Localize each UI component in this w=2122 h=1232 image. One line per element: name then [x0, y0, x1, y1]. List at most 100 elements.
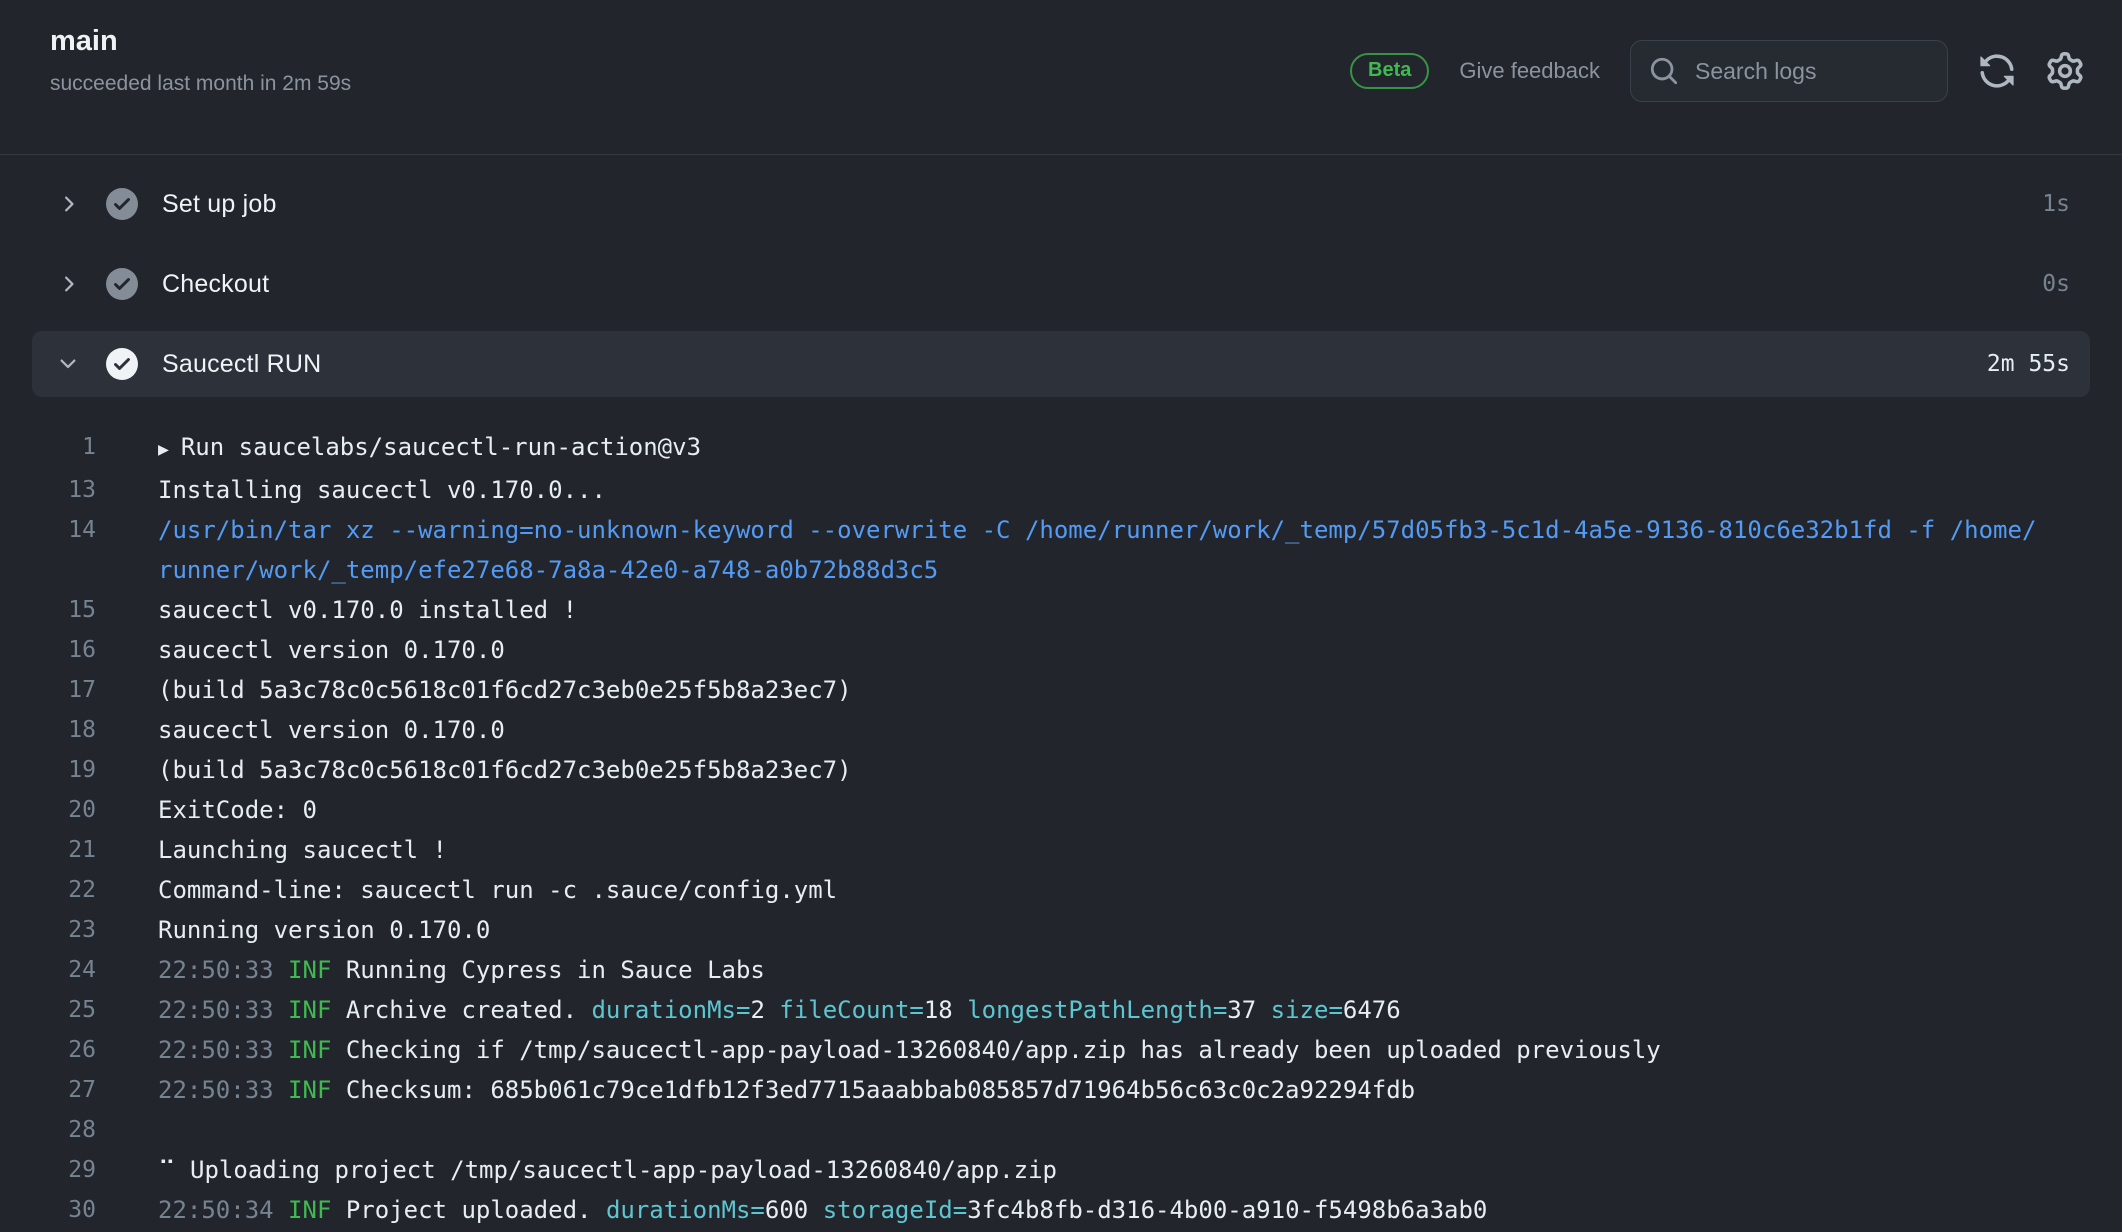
log-line: 25 22:50:33 INF Archive created. duratio… [0, 990, 2122, 1030]
log-line-number[interactable]: 21 [0, 830, 96, 870]
log-line-number[interactable]: 25 [0, 990, 96, 1030]
check-circle-icon [106, 268, 138, 300]
log-line-number[interactable]: 19 [0, 750, 96, 790]
log-text-segment: (build 5a3c78c0c5618c01f6cd27c3eb0e25f5b… [158, 676, 852, 704]
step-row[interactable]: Set up job 1s [32, 171, 2090, 237]
give-feedback-link[interactable]: Give feedback [1459, 58, 1600, 84]
log-text-segment: longestPathLength= [967, 996, 1227, 1024]
log-line-number[interactable]: 24 [0, 950, 96, 990]
log-line-number[interactable]: 20 [0, 790, 96, 830]
log-text-segment: fileCount= [779, 996, 924, 1024]
log-line-text: saucectl version 0.170.0 [158, 630, 505, 670]
check-circle-icon [106, 348, 138, 380]
log-text-segment: Launching saucectl ! [158, 836, 447, 864]
log-line-number[interactable]: 27 [0, 1070, 96, 1110]
search-input[interactable] [1693, 57, 1931, 86]
log-line: 27 22:50:33 INF Checksum: 685b061c79ce1d… [0, 1070, 2122, 1110]
log-link-text[interactable]: /usr/bin/tar xz --warning=no-unknown-key… [158, 516, 2036, 584]
run-header-left: main succeeded last month in 2m 59s [50, 26, 351, 96]
expand-group-toggle-icon[interactable]: ▶ [158, 439, 169, 460]
log-line-text: ⠉ Uploading project /tmp/saucectl-app-pa… [158, 1150, 1057, 1190]
step-name: Checkout [162, 270, 269, 299]
run-header: main succeeded last month in 2m 59s Beta… [0, 0, 2122, 155]
log-line-text: Launching saucectl ! [158, 830, 447, 870]
log-line-number[interactable]: 1 [0, 427, 96, 470]
log-line-text: /usr/bin/tar xz --warning=no-unknown-key… [158, 510, 2042, 590]
log-text-segment: 37 [1227, 996, 1270, 1024]
search-icon [1649, 56, 1679, 86]
log-line-number[interactable]: 29 [0, 1150, 96, 1190]
log-line: 22 Command-line: saucectl run -c .sauce/… [0, 870, 2122, 910]
log-line: 30 22:50:34 INF Project uploaded. durati… [0, 1190, 2122, 1230]
step-row[interactable]: Checkout 0s [32, 251, 2090, 317]
step-row[interactable]: Saucectl RUN 2m 55s [32, 331, 2090, 397]
log-text-segment: Command-line: saucectl run -c .sauce/con… [158, 876, 837, 904]
check-circle-icon [106, 188, 138, 220]
log-text-segment: 22:50:33 [158, 1036, 288, 1064]
log-text-segment: INF [288, 956, 346, 984]
log-line-number[interactable]: 16 [0, 630, 96, 670]
log-line-text: 22:50:33 INF Checking if /tmp/saucectl-a… [158, 1030, 1661, 1070]
log-line-text: 22:50:34 INF Project uploaded. durationM… [158, 1190, 1487, 1230]
log-line-text: Running version 0.170.0 [158, 910, 490, 950]
log-text-segment: 22:50:33 [158, 996, 288, 1024]
log-text-segment: INF [288, 1076, 346, 1104]
log-text-segment: INF [288, 1036, 346, 1064]
log-line-text: saucectl version 0.170.0 [158, 710, 505, 750]
log-text-segment: Running version 0.170.0 [158, 916, 490, 944]
log-line: 13 Installing saucectl v0.170.0... [0, 470, 2122, 510]
sync-icon [1978, 52, 2016, 90]
step-duration: 0s [2042, 271, 2070, 297]
log-line-number[interactable]: 30 [0, 1190, 96, 1230]
log-line: 23 Running version 0.170.0 [0, 910, 2122, 950]
log-text-segment: 600 [765, 1196, 823, 1224]
log-line-number[interactable]: 26 [0, 1030, 96, 1070]
log-line: 14 /usr/bin/tar xz --warning=no-unknown-… [0, 510, 2122, 590]
log-line-text: ExitCode: 0 [158, 790, 317, 830]
log-line-number[interactable]: 22 [0, 870, 96, 910]
step-name: Set up job [162, 190, 277, 219]
log-line: 16 saucectl version 0.170.0 [0, 630, 2122, 670]
log-text-segment: durationMs= [591, 996, 750, 1024]
search-logs-box[interactable] [1630, 40, 1948, 102]
log-text-segment: saucectl version 0.170.0 [158, 636, 505, 664]
log-text-segment: INF [288, 1196, 346, 1224]
log-text-segment: Running Cypress in Sauce Labs [346, 956, 765, 984]
log-text-segment: saucectl v0.170.0 installed ! [158, 596, 577, 624]
steps-list: Set up job 1s Checkout 0s Saucectl RUN 2… [32, 171, 2090, 397]
chevron-right-icon [56, 192, 80, 216]
log-text-segment: 2 [750, 996, 779, 1024]
log-line: 21 Launching saucectl ! [0, 830, 2122, 870]
log-line: 29 ⠉ Uploading project /tmp/saucectl-app… [0, 1150, 2122, 1190]
log-line-number[interactable]: 17 [0, 670, 96, 710]
log-line-number[interactable]: 13 [0, 470, 96, 510]
log-text-segment: Installing saucectl v0.170.0... [158, 476, 606, 504]
log-text-segment: 18 [924, 996, 967, 1024]
log-line-text: 22:50:33 INF Archive created. durationMs… [158, 990, 1401, 1030]
log-text-segment: INF [288, 996, 346, 1024]
log-text-segment: (build 5a3c78c0c5618c01f6cd27c3eb0e25f5b… [158, 756, 852, 784]
log-line-number[interactable]: 23 [0, 910, 96, 950]
log-line-number[interactable]: 15 [0, 590, 96, 630]
log-text-segment: size= [1271, 996, 1343, 1024]
refresh-button[interactable] [1978, 52, 2016, 90]
log-line-text: 22:50:33 INF Running Cypress in Sauce La… [158, 950, 765, 990]
log-line-number[interactable]: 18 [0, 710, 96, 750]
log-text-segment: storageId= [823, 1196, 968, 1224]
log-line-number[interactable]: 28 [0, 1110, 96, 1150]
log-line-number[interactable]: 14 [0, 510, 96, 590]
log-line-text: Command-line: saucectl run -c .sauce/con… [158, 870, 837, 910]
log-text-segment: Run saucelabs/saucectl-run-action@v3 [181, 433, 701, 461]
log-lines: 1 ▶Run saucelabs/saucectl-run-action@v3 … [0, 427, 2122, 1230]
log-line: 26 22:50:33 INF Checking if /tmp/saucect… [0, 1030, 2122, 1070]
log-text-segment: saucectl version 0.170.0 [158, 716, 505, 744]
chevron-down-icon [56, 352, 80, 376]
log-text-segment: durationMs= [606, 1196, 765, 1224]
settings-button[interactable] [2046, 52, 2084, 90]
log-text-segment: 3fc4b8fb-d316-4b00-a910-f5498b6a3ab0 [967, 1196, 1487, 1224]
log-line: 28 [0, 1110, 2122, 1150]
chevron-right-icon [56, 272, 80, 296]
log-text-segment: Archive created. [346, 996, 592, 1024]
log-line-text: Installing saucectl v0.170.0... [158, 470, 606, 510]
log-text-segment: ExitCode: 0 [158, 796, 317, 824]
